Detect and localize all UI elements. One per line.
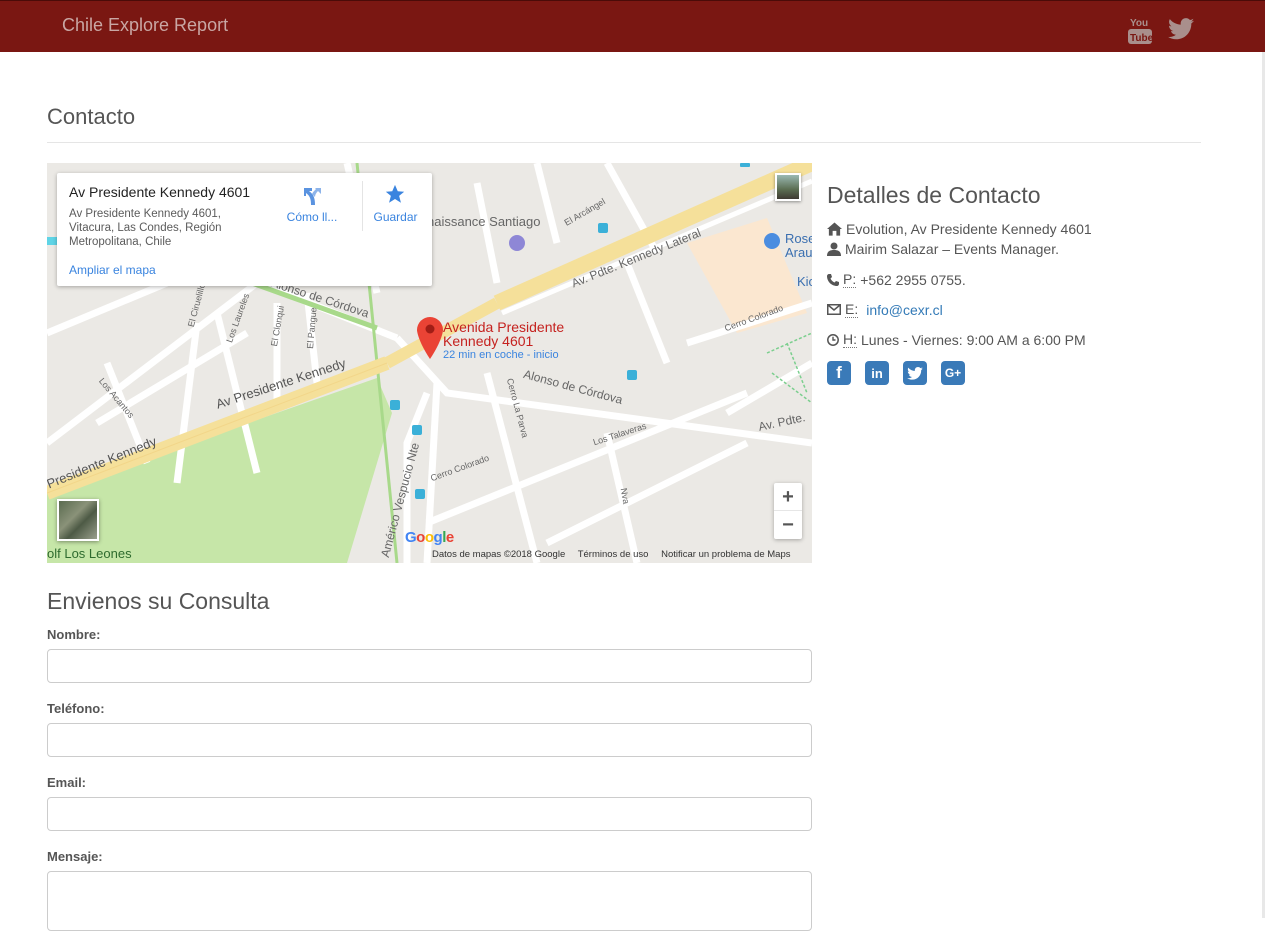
street-view-thumbnail[interactable] bbox=[775, 173, 801, 201]
google-logo: Google bbox=[405, 529, 454, 546]
satellite-toggle[interactable] bbox=[57, 499, 99, 541]
map-report-link[interactable]: Notificar un problema de Maps bbox=[661, 549, 790, 560]
map-terms-link[interactable]: Términos de uso bbox=[578, 549, 649, 560]
envelope-icon bbox=[827, 304, 841, 315]
home-icon bbox=[827, 222, 842, 236]
zoom-in-button[interactable]: + bbox=[774, 483, 802, 511]
clock-icon bbox=[827, 333, 839, 346]
poi-label: naissance Santiago bbox=[427, 214, 541, 229]
pin-label[interactable]: Avenida Presidente Kennedy 4601 bbox=[443, 320, 564, 348]
phone-label: Teléfono: bbox=[47, 701, 105, 716]
zoom-out-button[interactable]: − bbox=[774, 511, 802, 539]
pin-travel-time[interactable]: 22 min en coche - inicio bbox=[443, 349, 559, 361]
map-zoom-control: + − bbox=[774, 483, 802, 539]
pin-label-line1: Avenida Presidente bbox=[443, 319, 565, 335]
poi-label: Rose bbox=[785, 231, 812, 246]
contact-hours: H: Lunes - Viernes: 9:00 AM a 6:00 PM bbox=[827, 331, 1086, 348]
info-card-title: Av Presidente Kennedy 4601 bbox=[69, 184, 251, 200]
email-input[interactable] bbox=[47, 797, 812, 831]
contact-details-title: Detalles de Contacto bbox=[827, 182, 1041, 208]
google-plus-glyph: G+ bbox=[944, 366, 962, 380]
facebook-glyph: f bbox=[836, 363, 842, 382]
twitter-bird-glyph bbox=[907, 366, 923, 380]
social-links: f in G+ bbox=[827, 361, 965, 385]
pin-label-line2: Kennedy 4601 bbox=[443, 333, 534, 349]
svg-text:Tube: Tube bbox=[1130, 33, 1152, 44]
save-label: Guardar bbox=[373, 210, 418, 224]
svg-text:You: You bbox=[1130, 18, 1148, 29]
contact-email: E: info@cexr.cl bbox=[827, 301, 943, 318]
phone-abbr: P: bbox=[843, 271, 857, 288]
contact-phone: P: +562 2955 0755. bbox=[827, 271, 966, 288]
linkedin-icon[interactable]: in bbox=[865, 361, 889, 385]
contact-phone-text: +562 2955 0755. bbox=[860, 271, 966, 288]
contact-hours-text: Lunes - Viernes: 9:00 AM a 6:00 PM bbox=[861, 331, 1086, 348]
name-input[interactable] bbox=[47, 649, 812, 683]
star-icon bbox=[385, 184, 405, 203]
top-navbar: Chile Explore Report You Tube bbox=[0, 0, 1265, 52]
phone-input[interactable] bbox=[47, 723, 812, 757]
facebook-icon[interactable]: f bbox=[827, 361, 851, 385]
message-label: Mensaje: bbox=[47, 849, 103, 864]
google-map[interactable]: Av Presidente Kennedy Presidente Kennedy… bbox=[47, 163, 812, 563]
save-place-button[interactable]: Guardar bbox=[362, 181, 427, 231]
enlarge-map-link[interactable]: Ampliar el mapa bbox=[69, 263, 156, 277]
contact-address: Evolution, Av Presidente Kennedy 4601 bbox=[827, 221, 1092, 237]
map-data-credit: Datos de mapas ©2018 Google bbox=[432, 549, 566, 560]
contact-person: Mairim Salazar – Events Manager. bbox=[827, 241, 1059, 257]
email-abbr: E: bbox=[845, 301, 859, 318]
title-divider bbox=[47, 142, 1201, 143]
twitter-icon[interactable] bbox=[1168, 18, 1194, 40]
poi-label: Kio bbox=[797, 274, 812, 289]
user-icon bbox=[827, 242, 841, 256]
message-textarea[interactable] bbox=[47, 871, 812, 931]
page-title: Contacto bbox=[47, 104, 136, 129]
contact-email-link[interactable]: info@cexr.cl bbox=[866, 302, 942, 318]
email-label: Email: bbox=[47, 775, 87, 790]
poi-label: Arau bbox=[785, 245, 812, 260]
contact-person-text: Mairim Salazar – Events Manager. bbox=[845, 241, 1059, 257]
directions-label: Cómo ll... bbox=[286, 210, 338, 224]
name-label: Nombre: bbox=[47, 627, 101, 642]
phone-icon bbox=[827, 273, 839, 286]
brand-link[interactable]: Chile Explore Report bbox=[62, 15, 228, 36]
form-title: Envienos su Consulta bbox=[47, 588, 270, 614]
info-card-address: Av Presidente Kennedy 4601, Vitacura, La… bbox=[69, 208, 222, 248]
youtube-icon[interactable]: You Tube bbox=[1128, 15, 1152, 45]
google-plus-icon[interactable]: G+ bbox=[941, 361, 965, 385]
contact-address-text: Evolution, Av Presidente Kennedy 4601 bbox=[846, 221, 1092, 237]
linkedin-glyph: in bbox=[871, 365, 883, 381]
poi-label: olf Los Leones bbox=[47, 546, 132, 561]
map-info-card: Av Presidente Kennedy 4601 Av Presidente… bbox=[57, 173, 432, 286]
directions-button[interactable]: Cómo ll... bbox=[277, 181, 347, 231]
hours-abbr: H: bbox=[843, 331, 857, 348]
directions-icon bbox=[304, 188, 321, 205]
map-footer: Datos de mapas ©2018 Google Términos de … bbox=[432, 549, 800, 560]
twitter-icon[interactable] bbox=[903, 361, 927, 385]
